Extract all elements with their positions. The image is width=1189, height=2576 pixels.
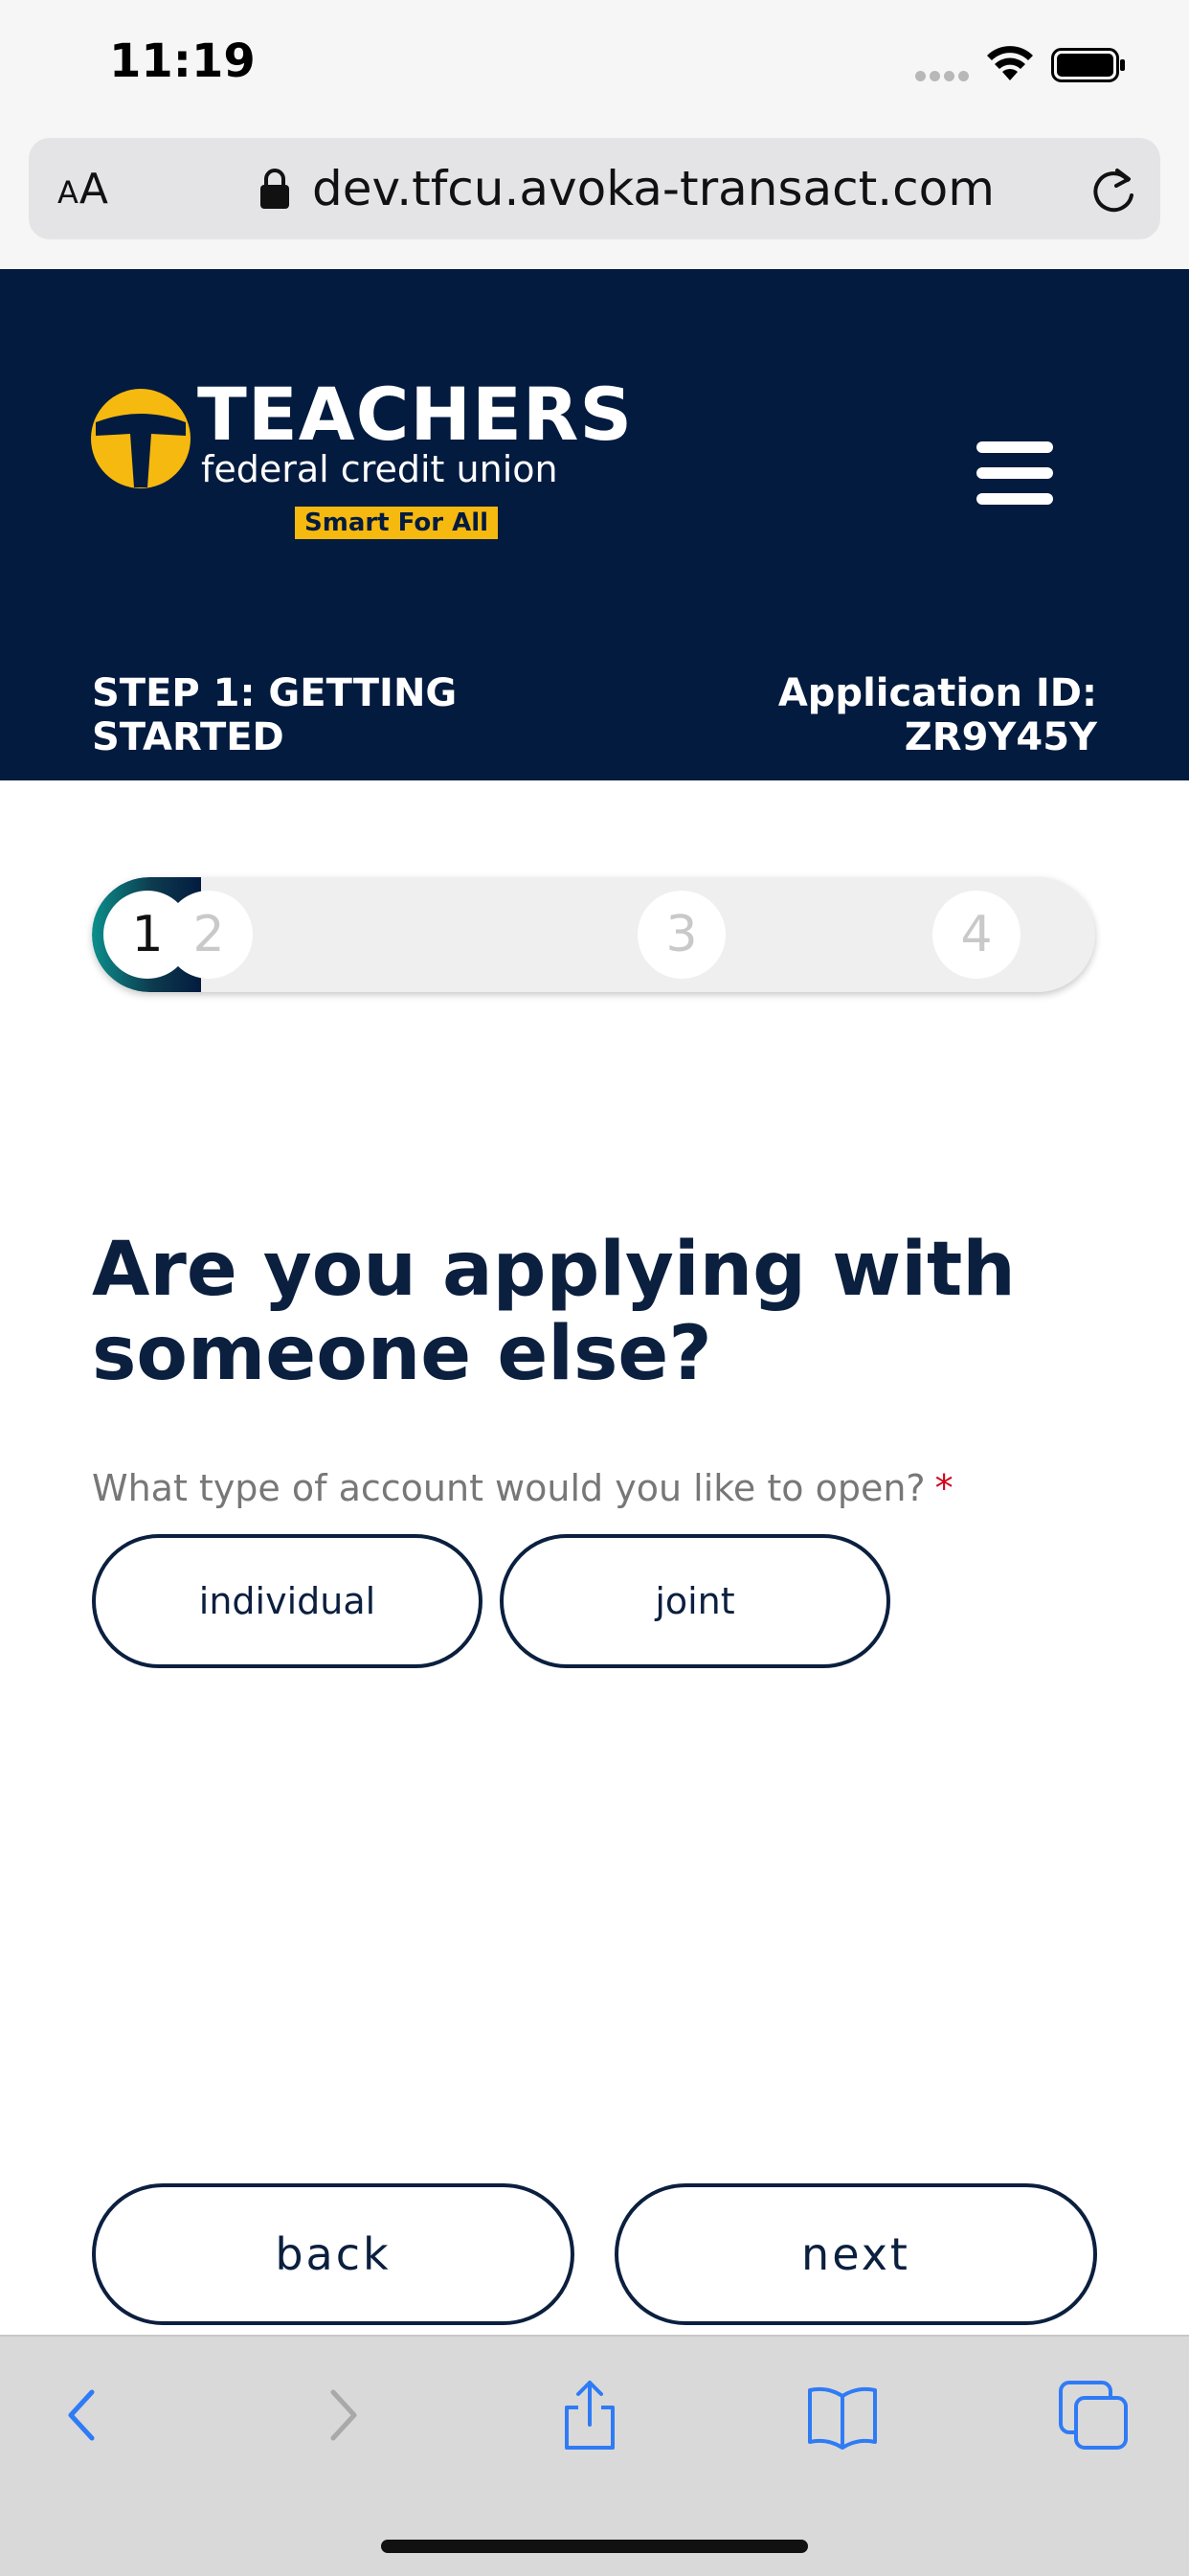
browser-toolbar xyxy=(0,2335,1189,2576)
site-header: TEACHERS federal credit union Smart For … xyxy=(0,269,1189,780)
share-icon[interactable] xyxy=(553,2379,626,2452)
wifi-icon xyxy=(987,46,1033,80)
account-type-label: What type of account would you like to o… xyxy=(92,1467,953,1509)
menu-hamburger-icon[interactable] xyxy=(976,441,1053,505)
status-bar: 11:19 xyxy=(0,0,1189,134)
step-label: STEP 1: GETTING STARTED xyxy=(92,671,458,759)
next-button[interactable]: next xyxy=(615,2183,1097,2325)
reader-aa-button[interactable]: AA xyxy=(57,165,109,214)
home-indicator xyxy=(381,2540,808,2553)
teachers-fcu-logo[interactable]: TEACHERS federal credit union Smart For … xyxy=(90,378,632,547)
back-button[interactable]: back xyxy=(92,2183,574,2325)
progress-bar: 1 2 3 4 xyxy=(92,877,1095,992)
reload-icon[interactable] xyxy=(1088,165,1139,216)
progress-step-2: 2 xyxy=(165,891,253,979)
browser-address-bar: AA dev.tfcu.avoka-transact.com xyxy=(0,134,1189,269)
progress-step-3: 3 xyxy=(638,891,726,979)
status-time: 11:19 xyxy=(109,34,256,88)
back-arrow-icon[interactable] xyxy=(48,2379,121,2452)
required-marker: * xyxy=(934,1467,953,1509)
forward-arrow-icon[interactable] xyxy=(304,2379,377,2452)
application-id-value: ZR9Y45Y xyxy=(904,715,1097,759)
logo-title: TEACHERS xyxy=(197,372,634,457)
progress-step-4: 4 xyxy=(932,891,1021,979)
option-joint-button[interactable]: joint xyxy=(500,1534,890,1668)
logo-tagline: Smart For All xyxy=(295,507,499,539)
url-text: dev.tfcu.avoka-transact.com xyxy=(312,161,995,216)
bookmarks-icon[interactable] xyxy=(806,2379,879,2452)
lock-icon xyxy=(260,169,289,209)
option-individual-button[interactable]: individual xyxy=(92,1534,482,1668)
url-field[interactable]: AA dev.tfcu.avoka-transact.com xyxy=(29,138,1160,239)
logo-subtitle: federal credit union xyxy=(201,448,558,490)
logo-mark-icon xyxy=(91,389,191,488)
application-id: Application ID: ZR9Y45Y xyxy=(676,671,1097,759)
application-id-label: Application ID: xyxy=(777,671,1097,715)
tabs-icon[interactable] xyxy=(1057,2379,1130,2452)
question-heading: Are you applying with someone else? xyxy=(92,1227,1016,1397)
cellular-signal-icon xyxy=(915,71,971,82)
battery-icon xyxy=(1051,48,1125,82)
